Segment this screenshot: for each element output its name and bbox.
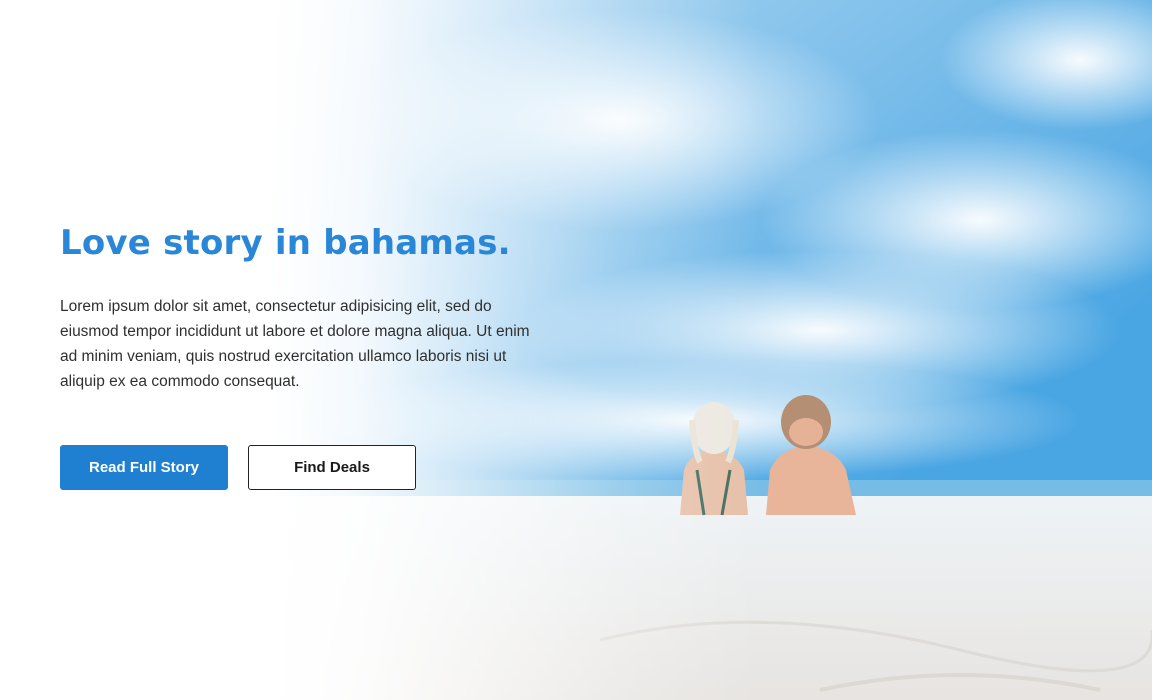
hero-actions: Read Full Story Find Deals <box>60 445 530 490</box>
find-deals-button[interactable]: Find Deals <box>248 445 416 490</box>
hero-title: Love story in bahamas. <box>60 223 511 263</box>
hero-section: Love story in bahamas. Lorem ipsum dolor… <box>0 0 1152 700</box>
hero-content: Love story in bahamas. Lorem ipsum dolor… <box>60 218 530 490</box>
hero-description: Lorem ipsum dolor sit amet, consectetur … <box>60 298 530 390</box>
read-full-story-button[interactable]: Read Full Story <box>60 445 228 490</box>
